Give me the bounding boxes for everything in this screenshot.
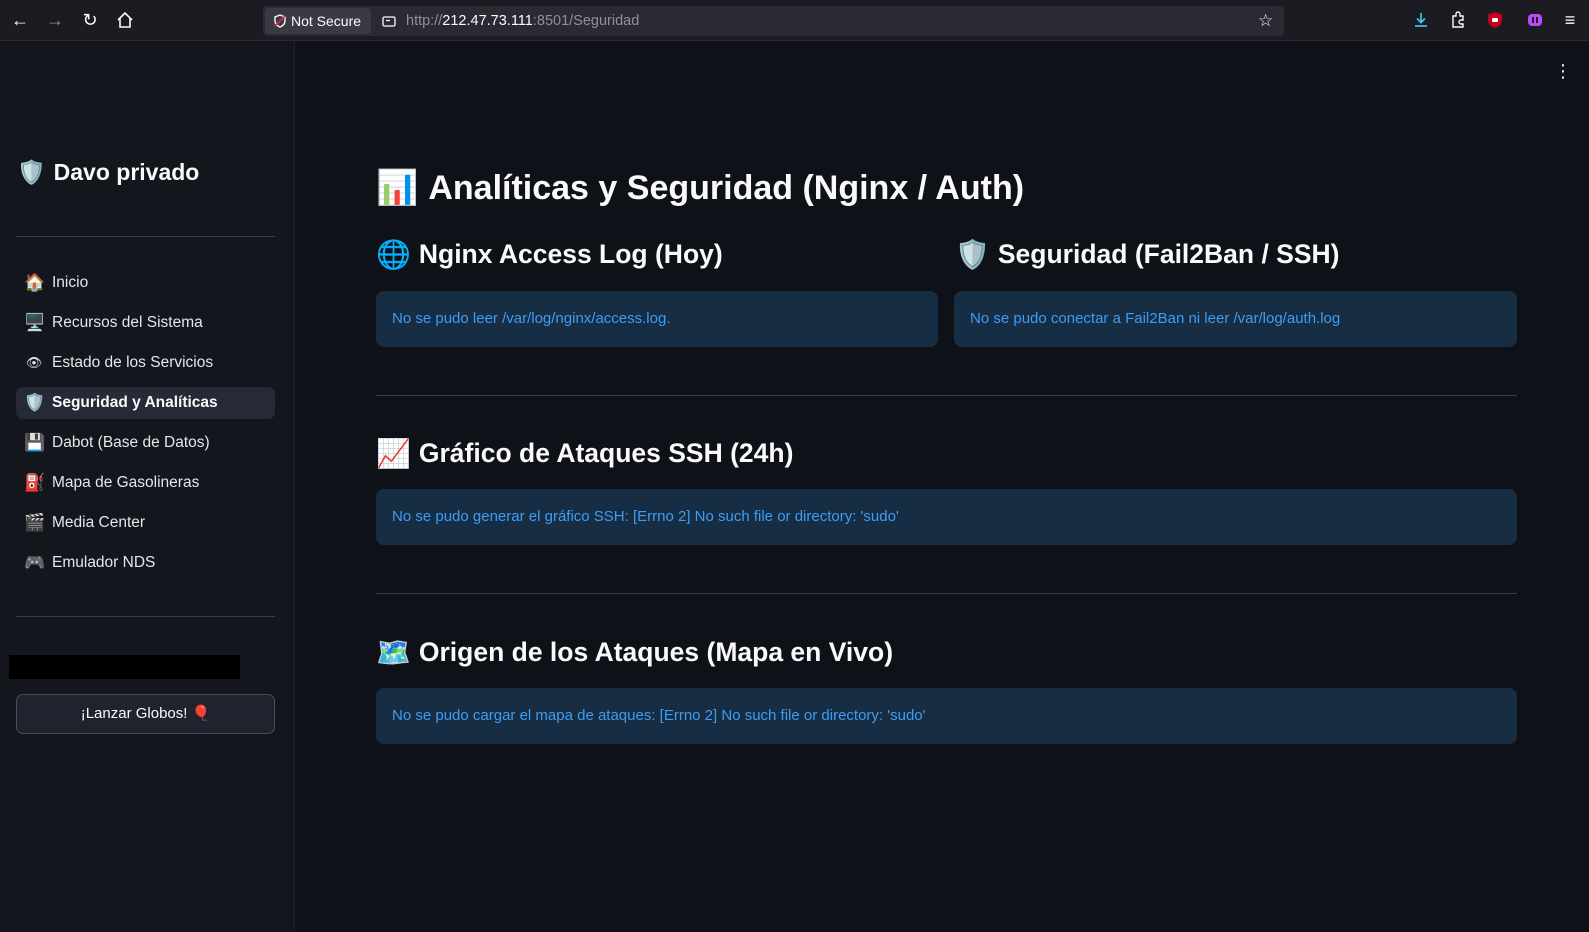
sidebar-brand: 🛡️ Davo privado [17, 159, 199, 186]
eye-icon: 👁 [25, 355, 43, 370]
forward-icon[interactable]: → [43, 8, 67, 32]
nginx-alert: No se pudo leer /var/log/nginx/access.lo… [376, 291, 938, 347]
shield-strike-icon [274, 14, 286, 28]
sidebar-item-label: Emulador NDS [52, 554, 156, 571]
floppy-disk-icon: 💾 [24, 433, 46, 452]
attack-map-heading-text: Origen de los Ataques (Mapa en Vivo) [418, 637, 894, 667]
security-heading: 🛡️ Seguridad (Fail2Ban / SSH) [955, 238, 1340, 271]
sidebar-item-label: Estado de los Servicios [52, 354, 214, 371]
home-icon[interactable] [113, 8, 137, 32]
launch-balloons-button[interactable]: ¡Lanzar Globos! 🎈 [16, 694, 275, 734]
sidebar-divider [16, 616, 275, 617]
page-title-text: Analíticas y Seguridad (Nginx / Auth) [428, 168, 1025, 207]
sidebar-item-emulador[interactable]: 🎮 Emulador NDS [16, 547, 275, 579]
browser-toolbar: ← → ↻ Not Secure http://212.47.73.111:85… [0, 0, 1589, 41]
chart-increasing-icon: 📈 [376, 438, 411, 469]
url-path: :8501/Seguridad [532, 13, 640, 29]
section-divider [376, 395, 1517, 396]
section-divider [376, 593, 1517, 594]
bar-chart-icon: 📊 [376, 169, 419, 207]
page-info-icon[interactable] [381, 13, 397, 29]
sidebar-item-label: Media Center [52, 514, 146, 531]
back-icon[interactable]: ← [8, 8, 32, 32]
sidebar-item-label: Seguridad y Analíticas [52, 394, 218, 411]
sidebar-item-seguridad[interactable]: 🛡️ Seguridad y Analíticas [16, 387, 275, 419]
attack-map-alert: No se pudo cargar el mapa de ataques: [E… [376, 688, 1517, 744]
sidebar-item-label: Recursos del Sistema [52, 314, 203, 331]
not-secure-badge[interactable]: Not Secure [265, 8, 372, 34]
house-icon: 🏠 [24, 273, 46, 292]
url-host: 212.47.73.111 [442, 13, 533, 29]
url-scheme: http:// [406, 13, 443, 29]
security-heading-text: Seguridad (Fail2Ban / SSH) [997, 239, 1340, 269]
sidebar-item-dabot[interactable]: 💾 Dabot (Base de Datos) [16, 427, 275, 459]
shield-icon: 🛡️ [17, 159, 46, 185]
world-map-icon: 🗺️ [376, 637, 411, 668]
nginx-heading: 🌐 Nginx Access Log (Hoy) [376, 238, 723, 271]
sidebar-divider [16, 236, 275, 237]
address-bar[interactable]: Not Secure http://212.47.73.111:8501/Seg… [263, 6, 1284, 36]
sidebar-item-media-center[interactable]: 🎬 Media Center [16, 507, 275, 539]
sidebar-item-gasolineras[interactable]: ⛽ Mapa de Gasolineras [16, 467, 275, 499]
bookmark-star-icon[interactable]: ☆ [1258, 12, 1276, 30]
not-secure-label: Not Secure [291, 13, 362, 29]
sidebar-item-recursos[interactable]: 🖥️ Recursos del Sistema [16, 307, 275, 339]
kebab-menu-icon[interactable]: ⋮ [1554, 62, 1572, 82]
sidebar-item-label: Inicio [52, 274, 89, 291]
brand-title: Davo privado [53, 159, 200, 185]
fuel-pump-icon: ⛽ [24, 473, 46, 492]
clapperboard-icon: 🎬 [24, 513, 46, 532]
extension-purple-icon[interactable] [1525, 10, 1545, 30]
sidebar-item-inicio[interactable]: 🏠 Inicio [16, 267, 275, 299]
sidebar-nav: 🏠 Inicio 🖥️ Recursos del Sistema 👁 Estado d… [16, 267, 275, 587]
ssh-chart-heading: 📈 Gráfico de Ataques SSH (24h) [376, 437, 793, 470]
shield-icon: 🛡️ [955, 239, 990, 270]
url-text[interactable]: http://212.47.73.111:8501/Seguridad [406, 6, 639, 36]
reload-icon[interactable]: ↻ [78, 8, 102, 32]
ssh-chart-heading-text: Gráfico de Ataques SSH (24h) [418, 438, 794, 468]
sidebar-item-servicios[interactable]: 👁 Estado de los Servicios [16, 347, 275, 379]
sidebar: 🛡️ Davo privado 🏠 Inicio 🖥️ Recursos del S… [0, 41, 295, 932]
sidebar-item-label: Dabot (Base de Datos) [52, 434, 210, 451]
security-alert: No se pudo conectar a Fail2Ban ni leer /… [954, 291, 1517, 347]
hamburger-menu-icon[interactable]: ≡ [1560, 8, 1580, 32]
desktop-computer-icon: 🖥️ [24, 313, 46, 332]
extensions-icon[interactable] [1448, 10, 1468, 30]
nginx-heading-text: Nginx Access Log (Hoy) [418, 239, 723, 269]
shield-icon: 🛡️ [24, 393, 46, 412]
sidebar-item-label: Mapa de Gasolineras [52, 474, 200, 491]
download-icon[interactable] [1411, 10, 1431, 30]
page-title: 📊 Analíticas y Seguridad (Nginx / Auth) [376, 168, 1024, 208]
ssh-chart-alert: No se pudo generar el gráfico SSH: [Errn… [376, 489, 1517, 545]
ublock-icon[interactable] [1485, 10, 1505, 30]
game-controller-icon: 🎮 [24, 553, 46, 572]
globe-icon: 🌐 [376, 239, 411, 270]
attack-map-heading: 🗺️ Origen de los Ataques (Mapa en Vivo) [376, 636, 893, 669]
redacted-bar [9, 655, 240, 679]
